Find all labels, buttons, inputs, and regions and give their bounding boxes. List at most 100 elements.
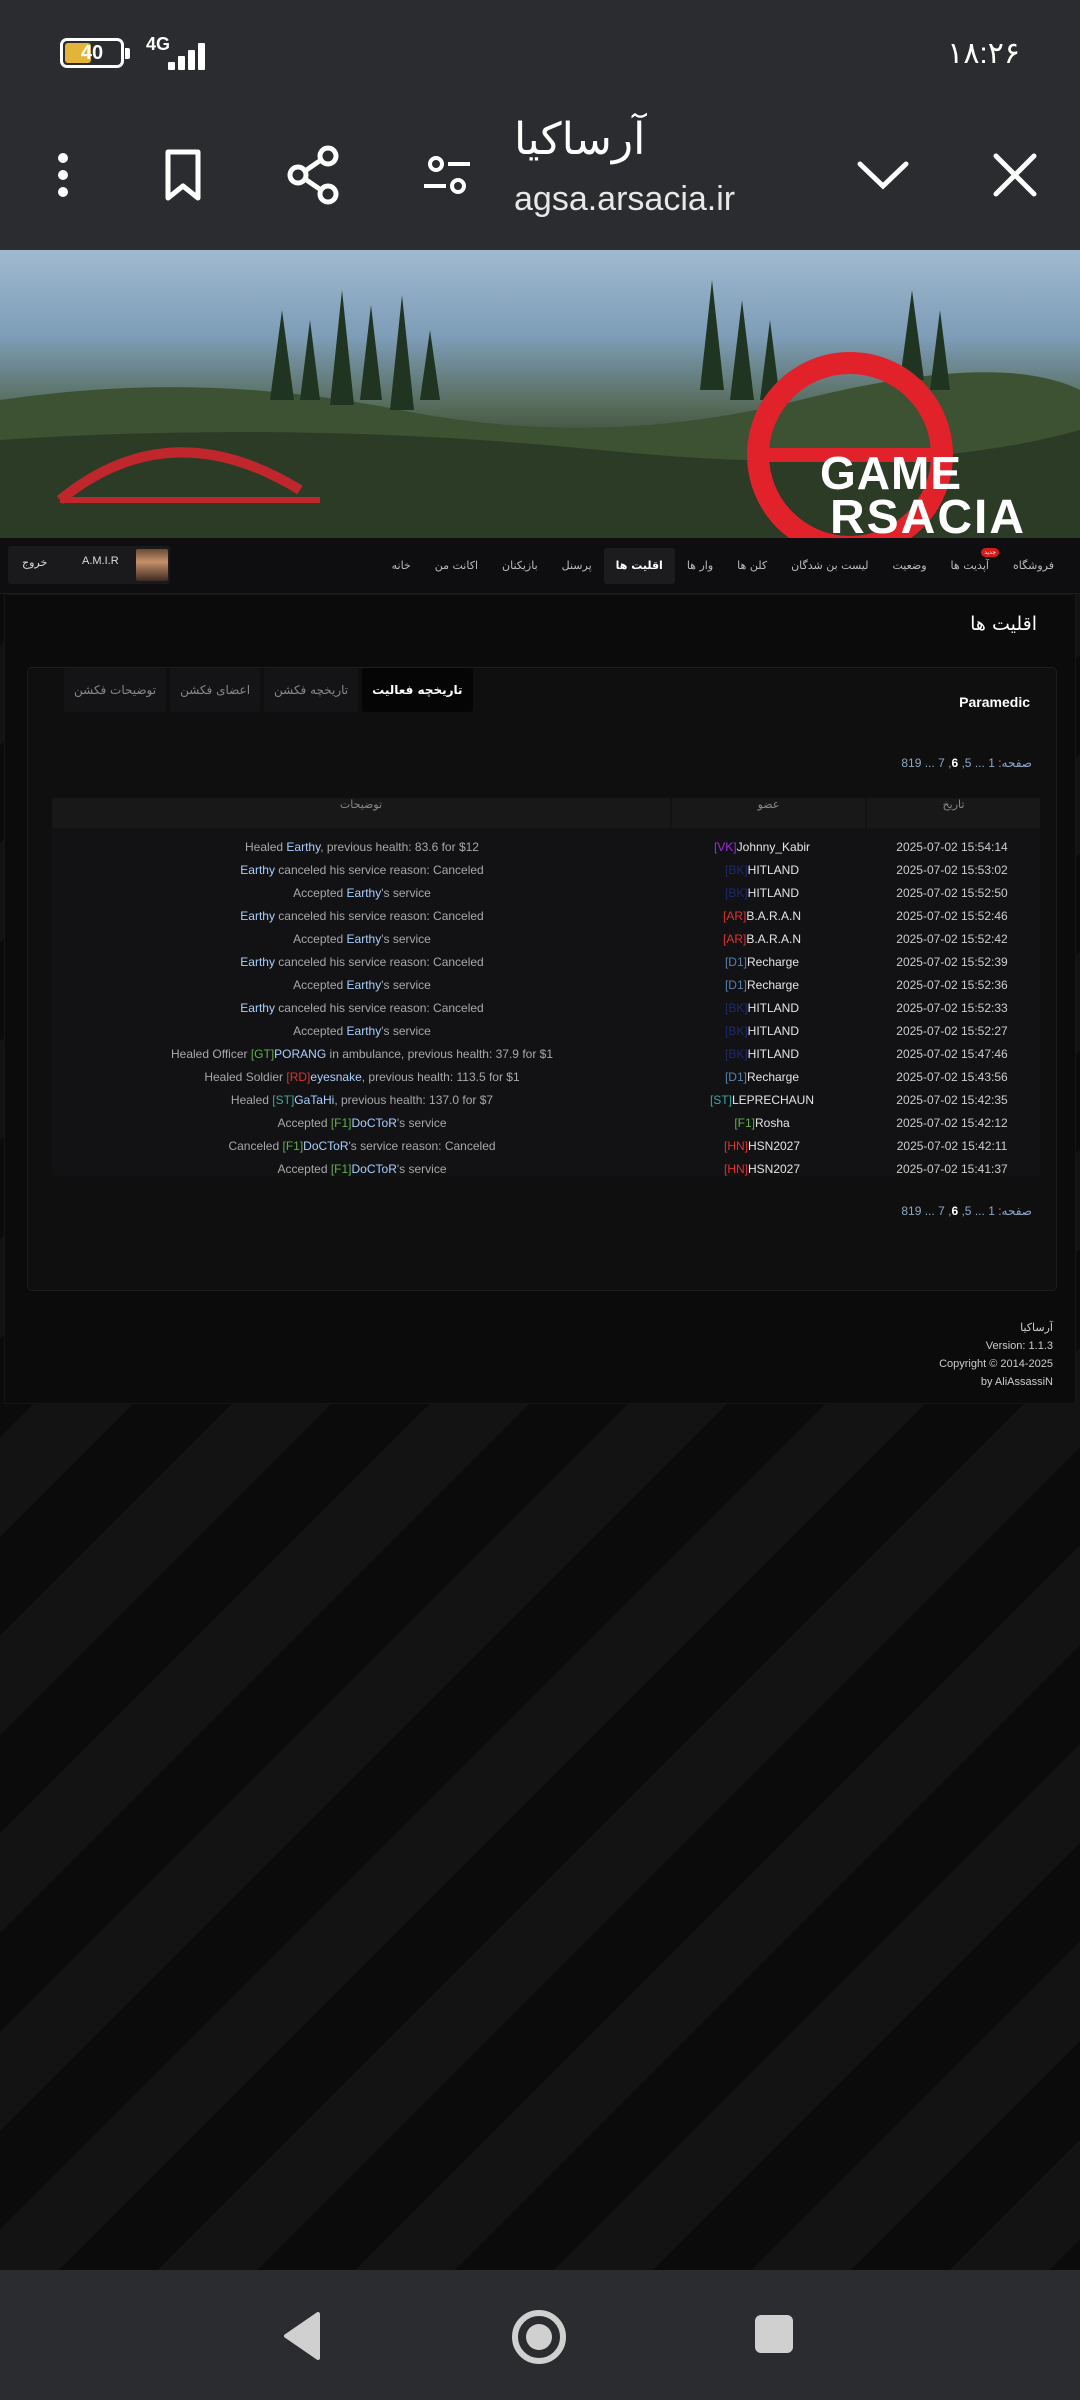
description-text: , previous health: 83.6 for $12 <box>320 840 479 854</box>
cell-member[interactable]: [AR]B.A.R.A.N <box>672 909 852 923</box>
page-link-1[interactable]: 1 <box>988 756 995 770</box>
member-name: B.A.R.A.N <box>746 909 802 923</box>
description-text: Healed <box>230 1093 273 1107</box>
user-box[interactable]: خروج A.M.I.R <box>8 546 170 584</box>
member-name: HITLAND <box>747 886 800 900</box>
clan-tag: [F1] <box>734 1116 755 1130</box>
page-link-7[interactable]: 7 <box>938 756 945 770</box>
cell-description: Accepted [F1]DoCToR's service <box>62 1116 662 1130</box>
cell-member[interactable]: [AR]B.A.R.A.N <box>672 932 852 946</box>
player-name: eyesnake <box>310 1070 362 1084</box>
clan-tag: [RD] <box>286 1070 311 1084</box>
nav-item-9[interactable]: آپدیت ها جدید <box>939 548 1001 584</box>
tab-faction-members[interactable]: اعضای فکشن <box>170 668 261 712</box>
table-row: 2025-07-02 15:47:46 [BK]HITLAND Healed Off… <box>52 1043 1040 1066</box>
cell-member[interactable]: [BK]HITLAND <box>672 1047 852 1061</box>
nav-item-10[interactable]: فروشگاه <box>1001 548 1066 584</box>
avatar[interactable] <box>136 549 168 581</box>
cell-member[interactable]: [BK]HITLAND <box>672 1001 852 1015</box>
description-text: Accepted <box>277 1116 331 1130</box>
page-link-last[interactable]: 819 <box>901 756 921 770</box>
cell-member[interactable]: [D1]Recharge <box>672 1070 852 1084</box>
nav-item-8[interactable]: وضعیت <box>880 548 938 584</box>
table-row: 2025-07-02 15:52:42 [AR]B.A.R.A.N Accepted… <box>52 928 1040 951</box>
player-name: Earthy <box>240 863 275 877</box>
description-text: canceled his service reason: Canceled <box>274 955 484 969</box>
member-name: LEPRECHAUN <box>731 1093 815 1107</box>
nav-item-4[interactable]: اقلیت ها <box>603 548 675 584</box>
description-text: Healed Soldier <box>204 1070 287 1084</box>
table-row: 2025-07-02 15:54:14 [VK]Johnny_Kabir Heale… <box>52 836 1040 859</box>
page-link-7[interactable]: 7 <box>938 1204 945 1218</box>
site-nav: خانه اکانت من بازیکنان پرسنل اقلیت ها وار ها ک… <box>0 538 1080 594</box>
member-name: Recharge <box>746 978 800 992</box>
more-options-icon[interactable] <box>28 140 98 210</box>
username[interactable]: A.M.I.R <box>82 555 119 567</box>
pager-ellipsis: ... <box>974 1204 985 1218</box>
clock: ۱۸:۲۶ <box>947 37 1020 70</box>
cell-member[interactable]: [BK]HITLAND <box>672 863 852 877</box>
nav-item-5[interactable]: وار ها <box>675 548 725 584</box>
cell-description: Accepted [F1]DoCToR's service <box>62 1162 662 1176</box>
tab-faction-description[interactable]: توضیحات فکشن <box>64 668 167 712</box>
clan-tag: [GT] <box>250 1047 275 1061</box>
footer-copyright: Copyright © 2014-2025 <box>939 1358 1053 1370</box>
description-text: 's service <box>396 1162 447 1176</box>
activity-table: تاریخ عضو توضیحات 2025-07-02 15:54:14 [VK… <box>52 798 1040 1176</box>
close-icon[interactable] <box>980 140 1050 210</box>
cell-date: 2025-07-02 15:52:33 <box>896 1001 1008 1015</box>
cell-member[interactable]: [HN]HSN2027 <box>672 1162 852 1176</box>
player-name: Earthy <box>240 1001 275 1015</box>
member-name: Rosha <box>754 1116 790 1130</box>
recents-icon[interactable] <box>752 2312 796 2356</box>
cell-member[interactable]: [ST]LEPRECHAUN <box>672 1093 852 1107</box>
nav-item-7[interactable]: لیست بن شدگان <box>779 548 880 584</box>
tab-faction-history[interactable]: تاریخچه فکشن <box>264 668 359 712</box>
cell-member[interactable]: [BK]HITLAND <box>672 886 852 900</box>
clan-tag: [BK] <box>724 1047 748 1061</box>
page-link-1[interactable]: 1 <box>988 1204 995 1218</box>
cell-member[interactable]: [VK]Johnny_Kabir <box>672 840 852 854</box>
nav-item-0[interactable]: خانه <box>380 548 423 584</box>
cell-member[interactable]: [F1]Rosha <box>672 1116 852 1130</box>
nav-item-3[interactable]: پرسنل <box>550 548 604 584</box>
pager-ellipsis: ... <box>924 1204 935 1218</box>
description-text: Healed Officer <box>171 1047 251 1061</box>
cell-date: 2025-07-02 15:42:35 <box>896 1093 1008 1107</box>
tab-activity-history[interactable]: تاریخچه فعالیت <box>362 668 473 712</box>
status-bar: 40 4G ۱۸:۲۶ <box>0 0 1080 100</box>
cell-member[interactable]: [D1]Recharge <box>672 955 852 969</box>
page-link-5[interactable]: 5 <box>965 756 972 770</box>
nav-item-1[interactable]: اکانت من <box>423 548 490 584</box>
cell-member[interactable]: [HN]HSN2027 <box>672 1139 852 1153</box>
url-field[interactable]: agsa.arsacia.ir <box>514 180 735 219</box>
back-icon[interactable] <box>276 2308 332 2364</box>
site-settings-icon[interactable] <box>412 140 482 210</box>
cell-member[interactable]: [D1]Recharge <box>672 978 852 992</box>
nav-item-label: خانه <box>391 559 411 572</box>
description-text: , previous health: 113.5 for $1 <box>361 1070 520 1084</box>
bookmark-icon[interactable] <box>148 140 218 210</box>
logout-link[interactable]: خروج <box>22 556 47 569</box>
description-text: canceled his service reason: Canceled <box>274 1001 484 1015</box>
nav-item-label: وار ها <box>686 559 714 572</box>
main-content: اقلیت ها توضیحات فکشن اعضای فکشن تاریخچه… <box>4 594 1076 1404</box>
chevron-down-icon[interactable] <box>848 140 918 210</box>
cell-description: Accepted Earthy's service <box>62 978 662 992</box>
table-row: 2025-07-02 15:43:56 [D1]Recharge Healed So… <box>52 1066 1040 1089</box>
nav-item-label: بازیکنان <box>502 559 538 572</box>
member-name: Johnny_Kabir <box>736 840 811 854</box>
page-link-5[interactable]: 5 <box>965 1204 972 1218</box>
player-name: Earthy <box>346 932 382 946</box>
page-link-last[interactable]: 819 <box>901 1204 921 1218</box>
cell-date: 2025-07-02 15:54:14 <box>896 840 1008 854</box>
nav-item-2[interactable]: بازیکنان <box>490 548 550 584</box>
home-icon[interactable] <box>510 2308 568 2366</box>
share-icon[interactable] <box>278 140 348 210</box>
cell-member[interactable]: [BK]HITLAND <box>672 1024 852 1038</box>
nav-item-6[interactable]: کلن ها <box>725 548 779 584</box>
battery-level: 40 <box>80 42 104 64</box>
nav-item-label: فروشگاه <box>1012 559 1054 572</box>
player-name: Earthy <box>346 886 382 900</box>
player-name: Earthy <box>346 978 382 992</box>
